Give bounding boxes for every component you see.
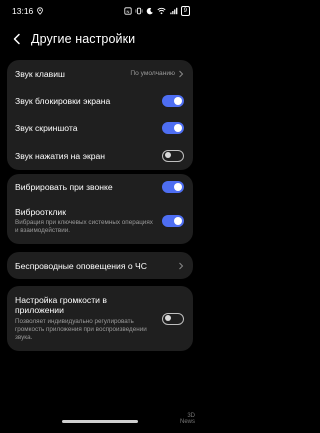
page-header: Другие настройки	[0, 28, 200, 50]
vibrate-ring-toggle[interactable]	[162, 181, 184, 193]
app-volume-label: Настройка громкости в приложении	[15, 294, 107, 316]
key-sound-label: Звук клавиш	[15, 68, 65, 79]
key-sound-row[interactable]: Звук клавиш По умолчанию	[7, 60, 193, 87]
screenshot-sound-label: Звук скриншота	[15, 122, 78, 133]
sound-settings-card: Звук клавиш По умолчанию Звук блокировки…	[7, 60, 193, 170]
wifi-icon	[157, 7, 166, 15]
vibrate-icon	[135, 7, 143, 15]
lock-sound-row: Звук блокировки экрана	[7, 87, 193, 114]
key-sound-value: По умолчанию	[130, 70, 175, 77]
haptic-description: Вибрация при ключевых системных операция…	[15, 218, 153, 234]
svg-text:N: N	[126, 9, 129, 14]
status-time: 13:16	[12, 6, 34, 16]
haptic-toggle[interactable]	[162, 215, 184, 227]
location-icon	[36, 7, 44, 15]
nfc-icon: N	[124, 7, 132, 15]
screenshot-sound-row: Звук скриншота	[7, 114, 193, 141]
app-volume-description: Позволяет индивидуально регулировать гро…	[15, 317, 147, 342]
gesture-bar[interactable]	[62, 420, 138, 423]
page-title: Другие настройки	[31, 32, 136, 46]
app-volume-card: Настройка громкости в приложении Позволя…	[7, 286, 193, 351]
lock-sound-label: Звук блокировки экрана	[15, 95, 111, 106]
vibrate-ring-label: Вибрировать при звонке	[15, 182, 113, 192]
signal-icon	[169, 7, 178, 15]
touch-sound-toggle[interactable]	[162, 149, 184, 162]
emergency-alerts-card: Беспроводные оповещения о ЧС	[7, 252, 193, 279]
haptic-row: Виброотклик Вибрация при ключевых систем…	[7, 200, 193, 242]
vibration-settings-card: Вибрировать при звонке Виброотклик Вибра…	[7, 174, 193, 244]
screenshot-sound-toggle[interactable]	[162, 121, 184, 134]
moon-icon	[146, 7, 154, 15]
status-bar: 13:16 N 9	[0, 0, 200, 22]
app-volume-toggle[interactable]	[162, 312, 184, 325]
chevron-right-icon	[178, 262, 184, 270]
lock-sound-toggle[interactable]	[162, 94, 184, 107]
back-arrow-icon	[13, 33, 20, 45]
watermark: 3D News	[180, 413, 195, 425]
haptic-label: Виброотклик	[15, 206, 66, 217]
back-button[interactable]	[9, 31, 25, 47]
watermark-line-2: News	[179, 419, 195, 425]
battery-indicator: 9	[180, 6, 190, 16]
touch-sound-label: Звук нажатия на экран	[15, 150, 106, 161]
emergency-alerts-label: Беспроводные оповещения о ЧС	[15, 260, 147, 271]
chevron-right-icon	[178, 70, 184, 78]
app-volume-row: Настройка громкости в приложении Позволя…	[7, 286, 193, 351]
touch-sound-row: Звук нажатия на экран	[7, 141, 193, 170]
emergency-alerts-row[interactable]: Беспроводные оповещения о ЧС	[7, 252, 193, 279]
vibrate-ring-row: Вибрировать при звонке	[7, 174, 193, 200]
